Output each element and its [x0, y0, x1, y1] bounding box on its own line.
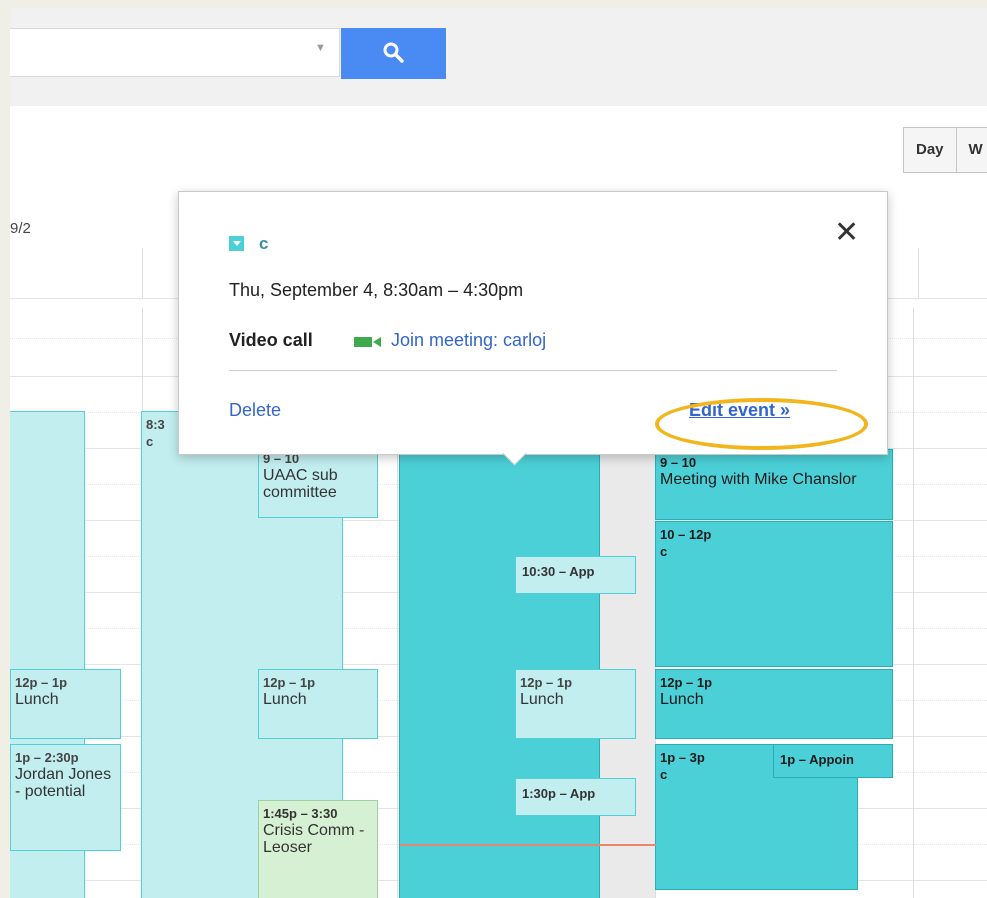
- event-title: c: [259, 234, 269, 253]
- calendar-color-dropdown-icon[interactable]: [229, 236, 244, 251]
- header-divider: [142, 248, 143, 298]
- calendar-event[interactable]: 1:30p – App: [515, 778, 636, 816]
- event-title: Lunch: [660, 691, 704, 708]
- video-call-label: Video call: [229, 330, 313, 350]
- event-time: 1:45p – 3:30: [263, 806, 338, 821]
- event-time: 12p – 1p: [15, 675, 68, 690]
- calendar-event[interactable]: 10:30 – App: [515, 556, 636, 594]
- close-icon[interactable]: ✕: [834, 218, 859, 248]
- calendar-event[interactable]: 12p – 1p Lunch: [655, 669, 893, 739]
- header-divider: [918, 248, 919, 298]
- search-icon: [383, 42, 404, 63]
- event-time: 10:30 – App: [522, 564, 595, 579]
- week-view-button[interactable]: W: [956, 127, 987, 173]
- event-title: Meeting with Mike Chanslor: [660, 471, 857, 488]
- event-title: Jordan Jones - potential: [15, 766, 112, 800]
- event-title: c: [660, 544, 668, 559]
- video-camera-icon: [354, 337, 381, 347]
- search-button[interactable]: [341, 28, 446, 79]
- join-meeting-link[interactable]: Join meeting: carloj: [391, 330, 546, 351]
- calendar-event[interactable]: 1p – 2:30p Jordan Jones - potential: [10, 744, 121, 851]
- calendar-event[interactable]: 1p – Appoin: [773, 744, 893, 778]
- event-time: 12p – 1p: [520, 675, 573, 690]
- view-switcher: Day W: [903, 127, 987, 173]
- column-divider: [913, 308, 914, 898]
- event-title: Lunch: [15, 691, 59, 708]
- event-time: 1p – Appoin: [780, 752, 854, 767]
- edit-event-link[interactable]: Edit event »: [689, 400, 790, 421]
- event-title: UAAC sub committee: [263, 467, 338, 501]
- event-time: 1:30p – App: [522, 786, 596, 801]
- calendar-event[interactable]: 12p – 1p Lunch: [10, 669, 121, 739]
- event-time: 9 – 10: [660, 455, 697, 470]
- event-time: 12p – 1p: [263, 675, 316, 690]
- current-time-line: [400, 844, 656, 846]
- event-time: 12p – 1p: [660, 675, 713, 690]
- event-details-popup: c ✕ Thu, September 4, 8:30am – 4:30pm Vi…: [178, 191, 888, 466]
- search-options-icon[interactable]: ▼: [315, 42, 326, 54]
- calendar-event[interactable]: 10 – 12p c: [655, 521, 893, 667]
- event-title: Crisis Comm - Leoser: [263, 822, 365, 856]
- calendar-event[interactable]: 12p – 1p Lunch: [258, 669, 378, 739]
- event-time: 10 – 12p: [660, 527, 712, 542]
- calendar-event[interactable]: 12p – 1p Lunch: [515, 669, 636, 739]
- event-title: Lunch: [263, 691, 307, 708]
- divider: [229, 370, 837, 371]
- event-title: Lunch: [520, 691, 564, 708]
- calendar-event[interactable]: 9 – 10 Meeting with Mike Chanslor: [655, 449, 893, 520]
- day-view-button[interactable]: Day: [903, 127, 957, 173]
- delete-link[interactable]: Delete: [229, 400, 281, 421]
- event-datetime: Thu, September 4, 8:30am – 4:30pm: [229, 280, 524, 300]
- calendar-event[interactable]: 9 – 10 UAAC sub committee: [258, 445, 378, 518]
- calendar-page: ▼ Day W 9/2 12p – 1p Lunch 1p – 2:30p Jo…: [10, 8, 987, 898]
- calendar-event[interactable]: 1:45p – 3:30 Crisis Comm - Leoser: [258, 800, 378, 898]
- day-column-header[interactable]: 9/2: [10, 220, 31, 237]
- search-input[interactable]: [10, 28, 340, 77]
- top-bar: ▼: [10, 8, 987, 106]
- event-time: 1p – 2:30p: [15, 750, 79, 765]
